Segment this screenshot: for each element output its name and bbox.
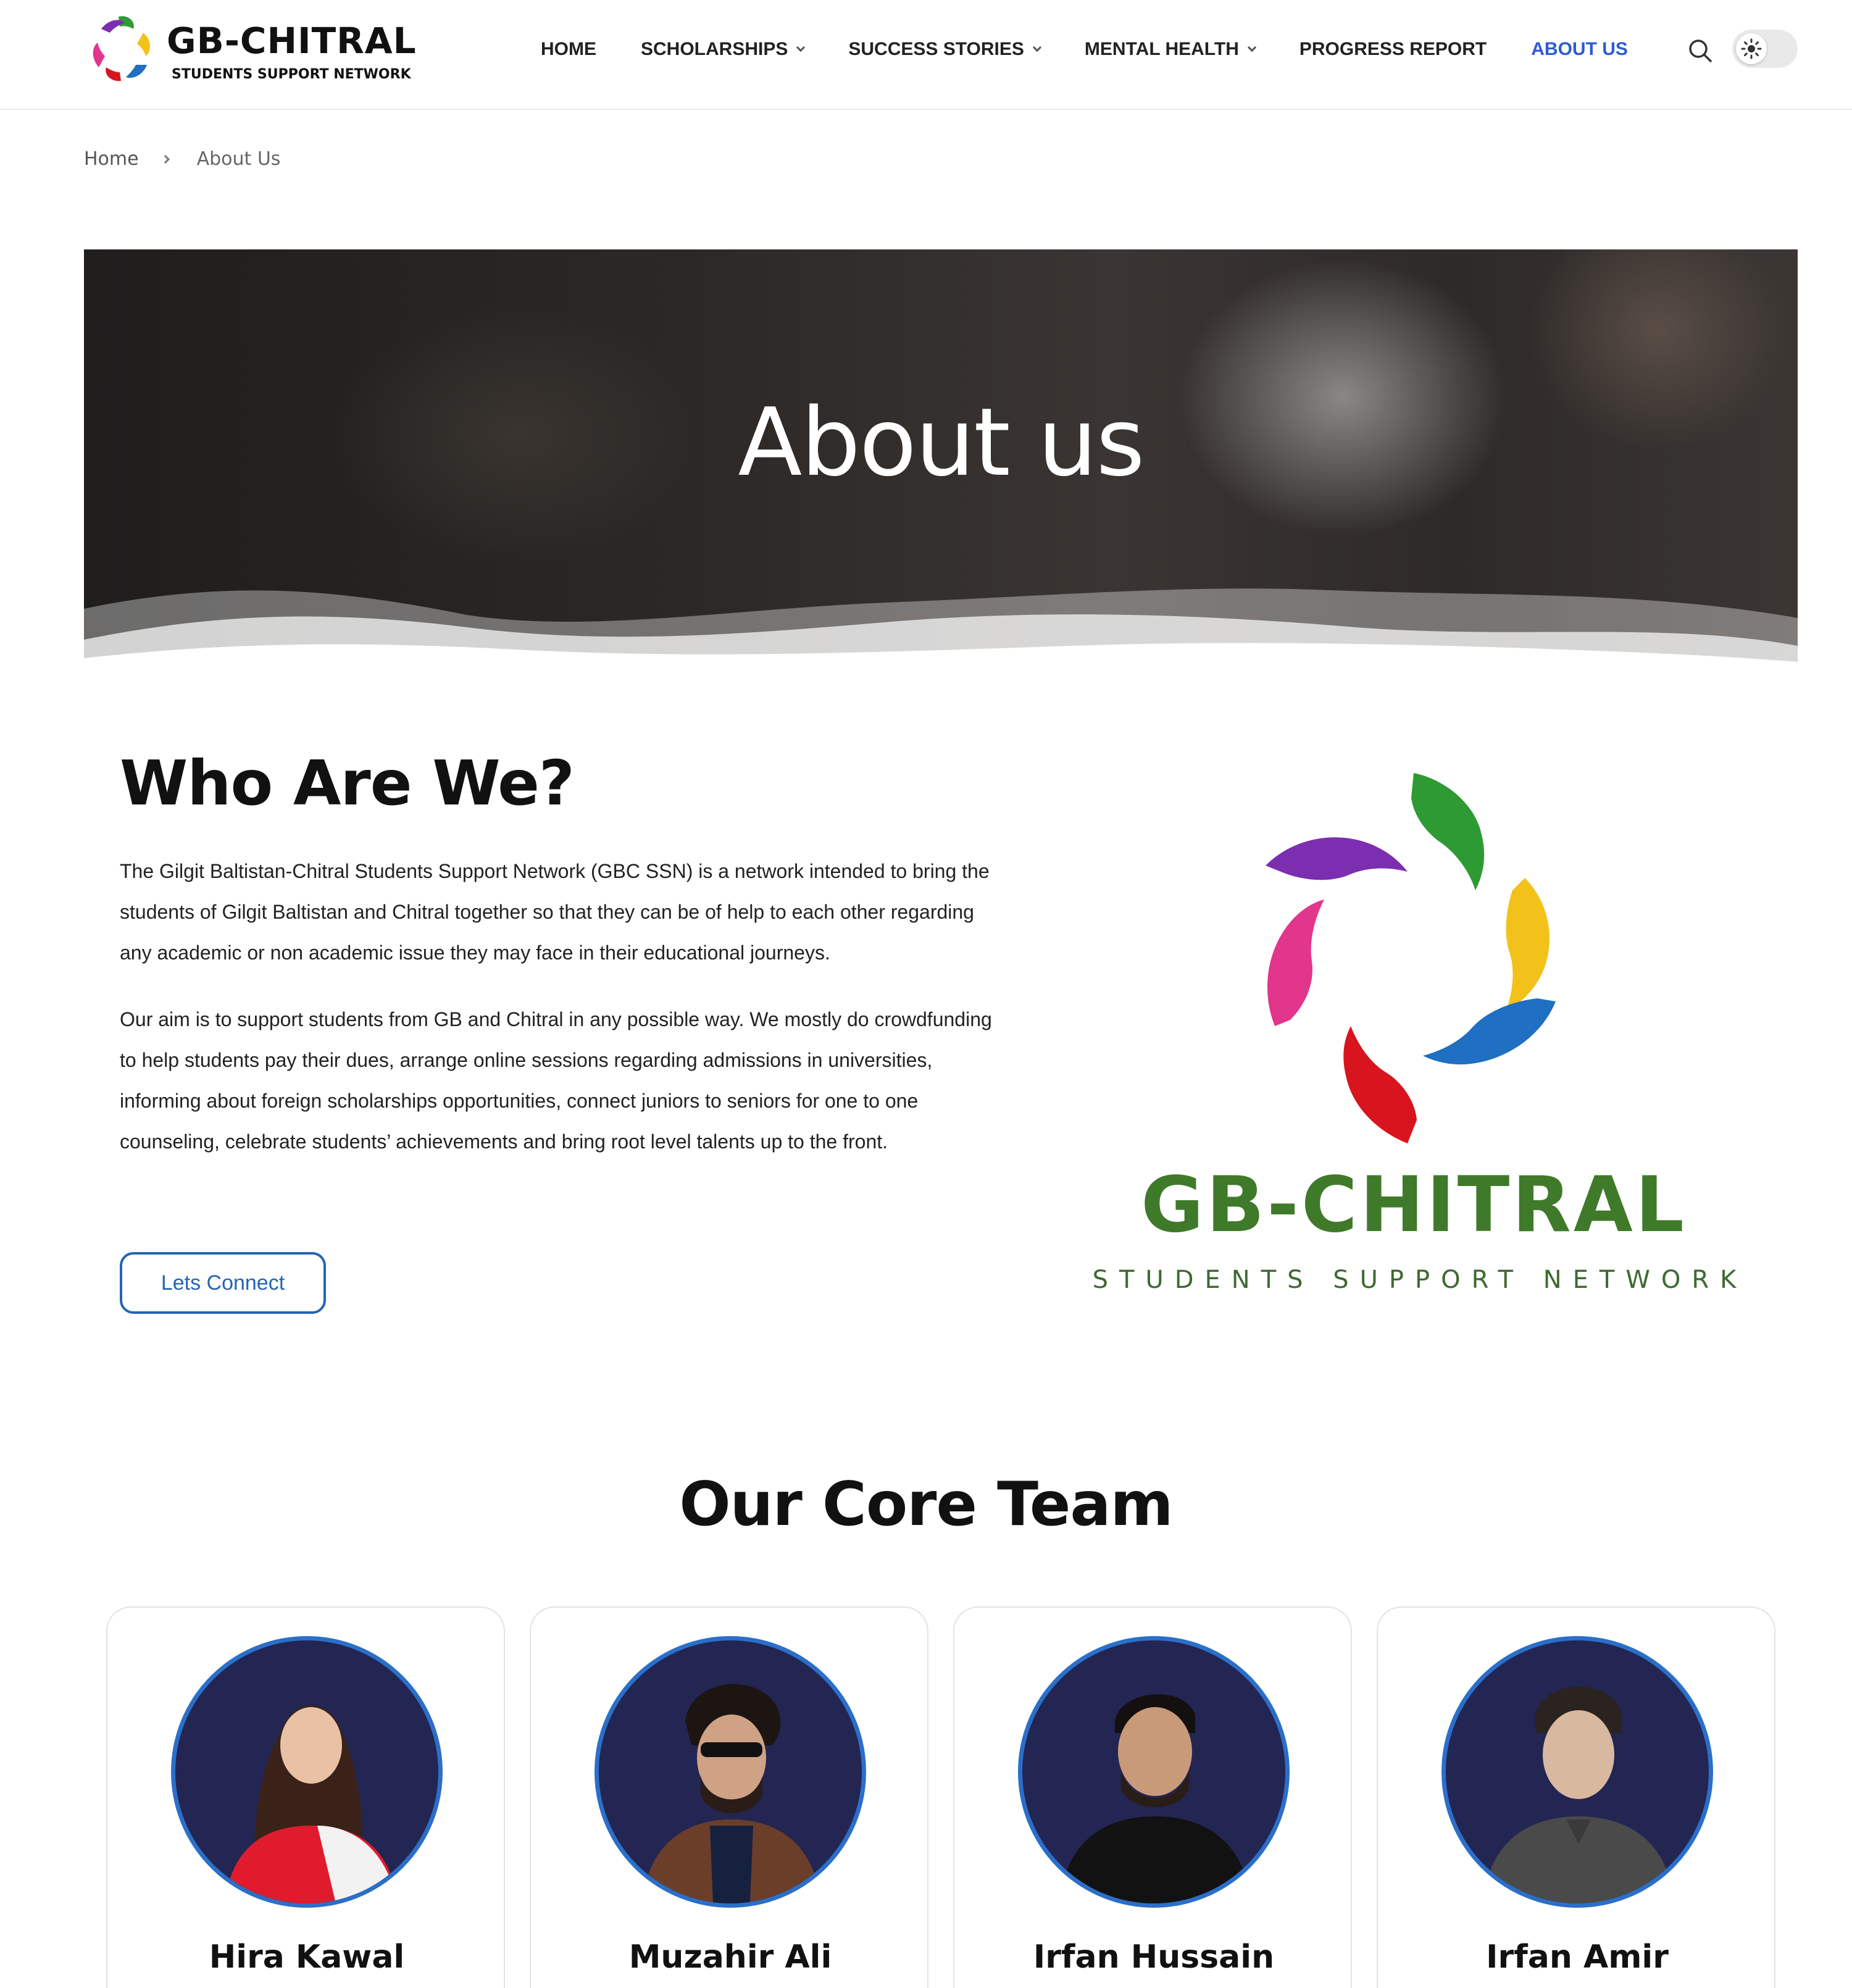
chevron-down-icon: [1032, 43, 1041, 52]
nav-scholarships-label: SCHOLARSHIPS: [641, 39, 788, 59]
who-paragraph-1: The Gilgit Baltistan-Chitral Students Su…: [120, 860, 990, 964]
lets-connect-button[interactable]: Lets Connect: [120, 1252, 326, 1314]
who-paragraph-2: Our aim is to support students from GB a…: [120, 1008, 992, 1153]
chevron-right-icon: [161, 154, 170, 164]
member-name: Irfan Hussain: [1033, 1939, 1275, 1976]
breadcrumb-home-link[interactable]: Home: [84, 148, 139, 170]
hands-logo-icon: [93, 16, 151, 81]
theme-toggle[interactable]: [1732, 30, 1798, 68]
nav-mental-health[interactable]: MENTAL HEALTH: [1084, 39, 1256, 60]
core-team-heading: Our Core Team: [679, 1469, 1173, 1540]
avatar: [171, 1636, 443, 1908]
hero-banner: About us: [84, 249, 1798, 664]
search-icon[interactable]: [1687, 37, 1714, 64]
site-header: GB-CHITRAL STUDENTS SUPPORT NETWORK HOME…: [0, 0, 1852, 110]
big-logo-title: GB-CHITRAL: [1141, 1161, 1687, 1250]
wave-divider: [84, 588, 1798, 664]
member-name: Irfan Amir: [1486, 1939, 1669, 1976]
team-card[interactable]: Hira Kawal: [106, 1606, 505, 1988]
member-name: Hira Kawal: [209, 1939, 405, 1976]
nav-progress-report-label: PROGRESS REPORT: [1299, 39, 1487, 59]
team-card[interactable]: Irfan Amir: [1377, 1606, 1775, 1988]
big-logo-subtitle: STUDENTS SUPPORT NETWORK: [1092, 1266, 1748, 1294]
chevron-down-icon: [796, 43, 806, 52]
hero-title: About us: [738, 388, 1145, 497]
nav-scholarships[interactable]: SCHOLARSHIPS: [641, 39, 806, 60]
hands-circle-logo-icon: [1222, 761, 1617, 1156]
breadcrumb: Home About Us: [84, 148, 280, 170]
nav-about-us-label: ABOUT US: [1531, 39, 1628, 59]
who-are-we-heading: Who Are We?: [120, 747, 575, 819]
nav-home[interactable]: HOME: [541, 39, 596, 60]
nav-about-us[interactable]: ABOUT US: [1531, 39, 1628, 60]
member-name: Muzahir Ali: [628, 1939, 832, 1976]
nav-home-label: HOME: [541, 39, 596, 59]
nav-success-stories-label: SUCCESS STORIES: [848, 39, 1024, 59]
nav-success-stories[interactable]: SUCCESS STORIES: [848, 39, 1041, 60]
nav-mental-health-label: MENTAL HEALTH: [1084, 39, 1239, 59]
breadcrumb-current: About Us: [196, 148, 281, 170]
chevron-down-icon: [1247, 43, 1256, 52]
sun-icon: [1736, 33, 1767, 64]
site-logo[interactable]: GB-CHITRAL STUDENTS SUPPORT NETWORK: [84, 10, 417, 93]
avatar: [1018, 1636, 1290, 1908]
logo-subtitle: STUDENTS SUPPORT NETWORK: [172, 67, 411, 82]
nav-progress-report[interactable]: PROGRESS REPORT: [1299, 39, 1487, 60]
team-card[interactable]: Irfan Hussain: [953, 1606, 1352, 1988]
team-card[interactable]: Muzahir Ali: [530, 1606, 928, 1988]
logo-title: GB-CHITRAL: [167, 20, 417, 62]
avatar: [594, 1636, 866, 1908]
avatar: [1441, 1636, 1713, 1908]
main-nav: HOME SCHOLARSHIPS SUCCESS STORIES MENTAL…: [541, 36, 1628, 63]
